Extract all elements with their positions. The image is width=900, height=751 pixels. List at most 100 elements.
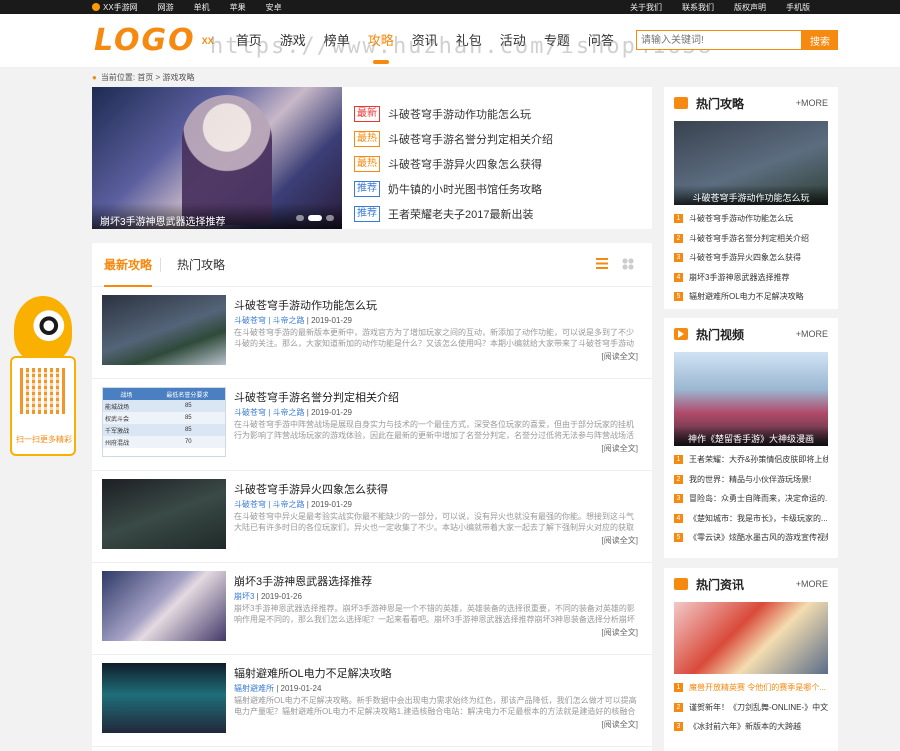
list-item[interactable]: 4 崩坏3手游神恩武器选择推荐 <box>674 268 828 288</box>
more-link[interactable]: +MORE <box>796 98 828 108</box>
top-link-android[interactable]: 安卓 <box>266 2 282 13</box>
article-title[interactable]: 崩坏3手游神恩武器选择推荐 <box>234 573 372 589</box>
article-title[interactable]: 辐射避难所OL电力不足解决攻略 <box>234 665 392 681</box>
nav-gifts[interactable]: 礼包 <box>456 30 482 52</box>
article-thumbnail[interactable] <box>102 295 226 365</box>
top-link-copyright[interactable]: 版权声明 <box>734 2 766 13</box>
search-button[interactable]: 搜索 <box>802 30 838 50</box>
read-more-link[interactable]: [阅读全文] <box>602 535 638 546</box>
sidebar-hot-videos: 热门视频 +MORE 神作《楚留香手游》大神级漫画 1 王者荣耀：大乔&孙策情侣皮… <box>664 318 838 558</box>
carousel-dot-active[interactable] <box>308 215 322 221</box>
read-more-link[interactable]: [阅读全文] <box>602 351 638 362</box>
top-link-ios[interactable]: 苹果 <box>230 2 246 13</box>
nav-guides[interactable]: 攻略 <box>368 30 394 52</box>
sidebar-list: 1 斗破苍穹手游动作功能怎么玩 2 斗破苍穹手游名誉分判定相关介绍 3 斗破苍穹手游异… <box>664 205 838 307</box>
sidebar-thumbnail[interactable]: 神作《楚留香手游》大神级漫画 <box>674 352 828 446</box>
carousel-dot[interactable] <box>296 215 304 221</box>
section-title: 热门视频 <box>696 327 745 342</box>
article-item[interactable]: 斗破苍穹手游动作功能怎么玩 斗破苍穹 | 斗帝之路 | 2019-01-29 在… <box>92 287 652 379</box>
nav-qa[interactable]: 问答 <box>588 30 614 52</box>
feature-item[interactable]: 最热 斗破苍穹手游异火四象怎么获得 <box>354 151 553 176</box>
article-title[interactable]: 斗破苍穹手游异火四象怎么获得 <box>234 481 388 497</box>
top-link-contact[interactable]: 联系我们 <box>682 2 714 13</box>
nav-home[interactable]: 首页 <box>236 30 262 52</box>
list-item[interactable]: 2 谨贺新年！《刀剑乱舞-ONLINE-》中文... <box>674 698 828 718</box>
list-item[interactable]: 2 斗破苍穹手游名誉分判定相关介绍 <box>674 229 828 249</box>
article-item[interactable]: 崩坏3手游神恩武器选择推荐 崩坏3 | 2019-01-26 崩坏3手游神恩武器… <box>92 563 652 655</box>
sidebar-thumbnail[interactable]: 斗破苍穹手游动作功能怎么玩 <box>674 121 828 205</box>
tag-hot: 最热 <box>354 155 380 172</box>
main-nav: 首页 游戏 榜单 攻略 资讯 礼包 活动 专题 问答 <box>236 30 614 52</box>
top-link-site[interactable]: XX手游网 <box>92 2 138 13</box>
feature-list: 最新 斗破苍穹手游动作功能怎么玩 最热 斗破苍穹手游名誉分判定相关介绍 最热 斗破苍穹… <box>342 87 553 229</box>
qr-card[interactable]: 扫一扫更多精彩 <box>10 356 76 456</box>
article-summary: 在斗破苍穹手游的最新版本更新中，游戏官方为了增加玩家之间的互动，新添加了动作功能… <box>234 328 634 348</box>
logo[interactable]: LOGO XX <box>94 23 214 58</box>
list-item[interactable]: 4 《楚知城市：我是市长》，卡级玩家的... <box>674 509 828 529</box>
more-link[interactable]: +MORE <box>796 329 828 339</box>
article-thumbnail[interactable]: 战场 最低名誉分要求 能城战场 85 权武斗会 85 千军激战 85 州府混战 70 <box>102 387 226 457</box>
article-title[interactable]: 斗破苍穹手游名誉分判定相关介绍 <box>234 389 399 405</box>
list-item[interactable]: 2 我的世界：精品与小伙伴游玩场景! <box>674 470 828 490</box>
view-toggle <box>596 258 634 270</box>
read-more-link[interactable]: [阅读全文] <box>602 719 638 730</box>
article-item[interactable]: 战场 最低名誉分要求 能城战场 85 权武斗会 85 千军激战 85 州府混战 70 斗破… <box>92 379 652 471</box>
article-thumbnail[interactable] <box>102 571 226 641</box>
book-icon <box>674 97 688 109</box>
list-item[interactable]: 3 斗破苍穹手游异火四象怎么获得 <box>674 248 828 268</box>
grid-view-icon[interactable] <box>622 258 634 270</box>
list-item[interactable]: 1 斗破苍穹手游动作功能怎么玩 <box>674 209 828 229</box>
tab-divider <box>160 257 162 272</box>
nav-games[interactable]: 游戏 <box>280 30 306 52</box>
top-link-about[interactable]: 关于我们 <box>630 2 662 13</box>
article-thumbnail[interactable] <box>102 479 226 549</box>
sidebar-hot-news: 热门资讯 +MORE 1 魔兽开放精英赛 令他们的赛季是哪个... 2 谨贺新年！《… <box>664 568 838 751</box>
article-item[interactable]: 斗破苍穹手游异火四象怎么获得 斗破苍穹 | 斗帝之路 | 2019-01-29 … <box>92 471 652 563</box>
breadcrumb-current[interactable]: 游戏攻略 <box>162 73 194 82</box>
article-title[interactable]: 斗破苍穹手游动作功能怎么玩 <box>234 297 377 313</box>
list-item[interactable]: 5 《零云诀》炫酷水墨古风的游戏宣传视频 <box>674 528 828 548</box>
feature-item[interactable]: 最热 斗破苍穹手游名誉分判定相关介绍 <box>354 126 553 151</box>
article-item[interactable]: 辐射避难所OL电力不足解决攻略 辐射避难所 | 2019-01-24 辐射避难所… <box>92 655 652 747</box>
list-item[interactable]: 1 王者荣耀：大乔&孙策情侣皮肤即将上线~ <box>674 450 828 470</box>
list-item[interactable]: 5 辐射避难所OL电力不足解决攻略 <box>674 287 828 307</box>
feature-item[interactable]: 推荐 王者荣耀老夫子2017最新出装 <box>354 201 553 226</box>
carousel-slide[interactable]: 崩坏3手游神恩武器选择推荐 <box>92 87 342 229</box>
breadcrumb: ● 当前位置: 首页 > 游戏攻略 <box>92 73 195 82</box>
tag-recommend: 推荐 <box>354 180 380 197</box>
top-link-mobile[interactable]: 手机版 <box>786 2 810 13</box>
list-item[interactable]: 1 魔兽开放精英赛 令他们的赛季是哪个... <box>674 678 828 698</box>
breadcrumb-home[interactable]: 首页 <box>137 73 153 82</box>
search-box: 搜索 <box>636 30 838 50</box>
section-header: 热门资讯 +MORE <box>664 568 838 600</box>
top-link-single[interactable]: 单机 <box>194 2 210 13</box>
article-summary: 在斗破苍穹手游中阵营战场是展现自身实力与技术的一个最佳方式，深受各位玩家的喜爱，… <box>234 420 634 440</box>
top-link-online[interactable]: 网游 <box>158 2 174 13</box>
read-more-link[interactable]: [阅读全文] <box>602 627 638 638</box>
more-link[interactable]: +MORE <box>796 579 828 589</box>
feature-item[interactable]: 推荐 奶牛镇的小时光图书馆任务攻略 <box>354 176 553 201</box>
read-more-link[interactable]: [阅读全文] <box>602 443 638 454</box>
tab-hot[interactable]: 热门攻略 <box>177 243 225 287</box>
section-title: 热门攻略 <box>696 96 745 111</box>
sidebar-hot-guides: 热门攻略 +MORE 斗破苍穹手游动作功能怎么玩 1 斗破苍穹手游动作功能怎么玩 … <box>664 87 838 309</box>
search-input[interactable] <box>636 30 802 50</box>
article-thumbnail[interactable] <box>102 663 226 733</box>
article-meta: 辐射避难所 | 2019-01-24 <box>234 684 322 693</box>
nav-ranking[interactable]: 榜单 <box>324 30 350 52</box>
article-summary: 辐射避难所OL电力不足解决攻略。新手数据中会出现电力需求始终为红色，那该产品降低… <box>234 696 637 716</box>
list-item[interactable]: 3 冒险岛：众勇士自降而来，决定命运的... <box>674 489 828 509</box>
carousel-dot[interactable] <box>326 215 334 221</box>
honor-score-table: 战场 最低名誉分要求 能城战场 85 权武斗会 85 千军激战 85 州府混战 70 <box>103 388 225 448</box>
nav-topics[interactable]: 专题 <box>544 30 570 52</box>
nav-events[interactable]: 活动 <box>500 30 526 52</box>
sidebar-thumbnail[interactable] <box>674 602 828 674</box>
section-header: 热门视频 +MORE <box>664 318 838 350</box>
list-item[interactable]: 3 《冰封前六年》新版本的大跨越 <box>674 717 828 737</box>
scan-text: 扫一扫更多精彩 <box>16 435 72 444</box>
feature-item[interactable]: 最新 斗破苍穹手游动作功能怎么玩 <box>354 101 553 126</box>
list-view-icon[interactable] <box>596 258 608 269</box>
tab-latest[interactable]: 最新攻略 <box>104 243 153 287</box>
logo-text: LOGO <box>94 23 196 58</box>
nav-news[interactable]: 资讯 <box>412 30 438 52</box>
